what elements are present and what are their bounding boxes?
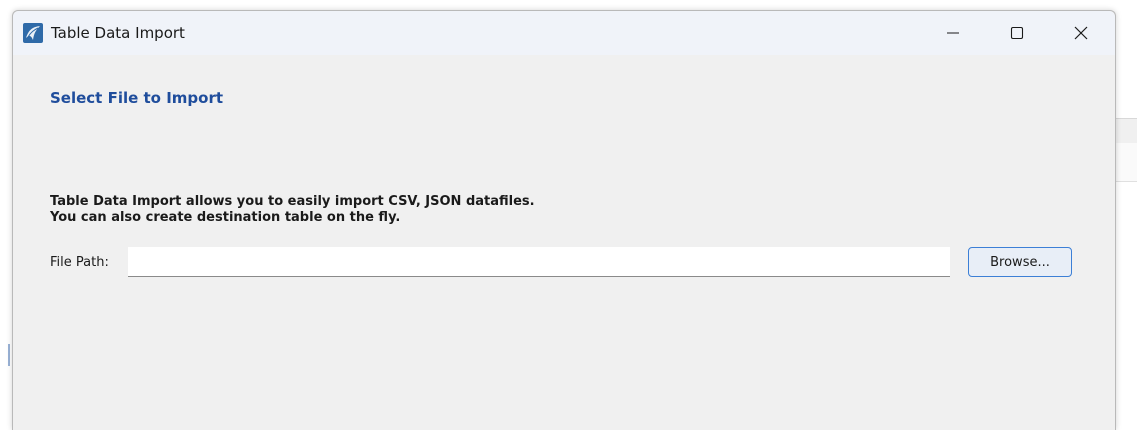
title-bar[interactable]: Table Data Import	[13, 11, 1115, 55]
table-data-import-window: Table Data Import Select File to Import …	[12, 10, 1116, 430]
background-window-strip	[1116, 0, 1137, 420]
minimize-icon	[947, 32, 959, 34]
close-button[interactable]	[1053, 11, 1109, 55]
file-path-input[interactable]	[128, 247, 950, 277]
mysql-workbench-app-icon	[23, 23, 43, 43]
file-path-label: File Path:	[50, 255, 109, 270]
description-line-1: Table Data Import allows you to easily i…	[50, 194, 535, 209]
background-band	[1116, 118, 1137, 146]
page-heading: Select File to Import	[50, 89, 224, 107]
close-icon	[1074, 26, 1088, 40]
background-left-edge	[0, 0, 12, 420]
browse-button[interactable]: Browse...	[968, 247, 1072, 277]
maximize-button[interactable]	[989, 11, 1045, 55]
description-text: Table Data Import allows you to easily i…	[50, 194, 535, 226]
minimize-button[interactable]	[925, 11, 981, 55]
background-edge-mark	[8, 344, 10, 366]
background-band-lower	[1116, 143, 1137, 182]
maximize-icon	[1010, 26, 1024, 40]
window-title: Table Data Import	[51, 24, 185, 42]
description-line-2: You can also create destination table on…	[50, 210, 401, 225]
